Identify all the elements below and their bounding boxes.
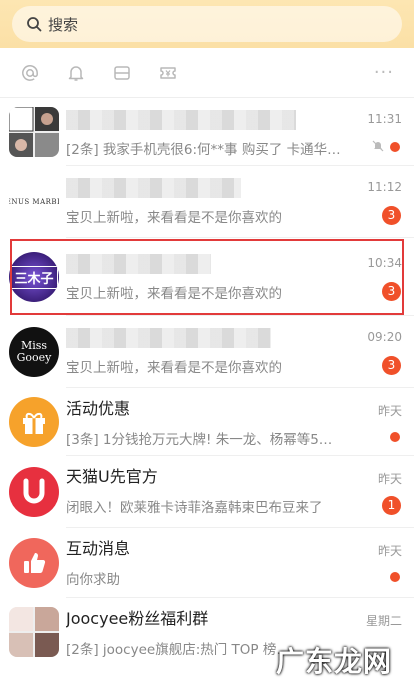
- message-row[interactable]: [2条] 我家手机壳很6:何**事 购买了 卡通华… 11:31: [0, 98, 414, 166]
- message-row[interactable]: 互动消息 向你求助 昨天: [0, 528, 414, 598]
- search-bar[interactable]: 搜索: [12, 6, 402, 42]
- message-time: 星期二: [365, 614, 402, 628]
- message-content: [2条] 我家手机壳很6:何**事 购买了 卡通华…: [66, 108, 404, 158]
- message-content: 互动消息 向你求助: [66, 538, 404, 588]
- u-logo-icon: [23, 478, 45, 504]
- message-time: 10:34: [367, 256, 402, 270]
- unread-badge: 3: [382, 206, 401, 225]
- watermark: 广东龙网: [275, 645, 392, 678]
- bell-icon[interactable]: [66, 63, 86, 83]
- at-icon[interactable]: [20, 63, 40, 83]
- interaction-avatar: [9, 538, 59, 588]
- message-time: 昨天: [377, 404, 402, 418]
- message-preview: 宝贝上新啦，来看看是不是你喜欢的: [66, 286, 282, 302]
- message-title: [66, 176, 404, 198]
- group-avatar: [9, 107, 59, 157]
- search-icon: [27, 17, 42, 32]
- unread-badge: 3: [382, 356, 401, 375]
- tmall-u-avatar: [9, 467, 59, 517]
- unread-dot: [390, 572, 400, 582]
- message-title: 互动消息: [66, 539, 131, 558]
- message-time: 11:12: [367, 180, 402, 194]
- message-row[interactable]: 天猫U先官方 闭眼入！欧莱雅卡诗菲洛嘉韩束巴布豆来了 昨天 1: [0, 456, 414, 528]
- message-preview: [2条] 我家手机壳很6:何**事 购买了 卡通华…: [66, 142, 341, 158]
- gift-icon: [23, 412, 45, 434]
- inbox-icon[interactable]: [112, 63, 132, 83]
- mute-icon: [372, 140, 384, 152]
- unread-dot: [390, 142, 400, 152]
- thumbs-up-icon: [24, 553, 46, 573]
- message-content: 宝贝上新啦，来看看是不是你喜欢的: [66, 326, 404, 376]
- message-row[interactable]: Miss Gooey 宝贝上新啦，来看看是不是你喜欢的 09:20 3: [0, 316, 414, 388]
- message-preview: 宝贝上新啦，来看看是不是你喜欢的: [66, 210, 282, 226]
- message-title: [66, 326, 404, 348]
- message-time: 昨天: [377, 472, 402, 486]
- message-time: 昨天: [377, 544, 402, 558]
- venus-marble-logo: VENUS MARBLE: [9, 198, 59, 206]
- message-preview: [3条] 1分钱抢万元大牌! 朱一龙、杨幂等5…: [66, 432, 333, 448]
- message-time: 09:20: [367, 330, 402, 344]
- sanmuzi-logo: 三木子: [10, 265, 58, 289]
- unread-badge: 3: [382, 282, 401, 301]
- message-title: 天猫U先官方: [66, 467, 158, 486]
- search-placeholder: 搜索: [48, 15, 79, 34]
- message-row[interactable]: 活动优惠 [3条] 1分钱抢万元大牌! 朱一龙、杨幂等5… 昨天: [0, 388, 414, 456]
- message-list: [2条] 我家手机壳很6:何**事 购买了 卡通华… 11:31 VENUS M…: [0, 98, 414, 666]
- message-title: 活动优惠: [66, 399, 131, 418]
- message-content: 宝贝上新啦，来看看是不是你喜欢的: [66, 176, 404, 226]
- unread-dot: [390, 432, 400, 442]
- coupon-icon[interactable]: [158, 63, 178, 83]
- message-row[interactable]: 三木子 宝贝上新啦，来看看是不是你喜欢的 10:34 3: [0, 238, 414, 316]
- message-time: 11:31: [367, 112, 402, 126]
- header: 搜索: [0, 0, 414, 48]
- message-title: Joocyee粉丝福利群: [66, 609, 209, 628]
- unread-badge: 1: [382, 496, 401, 515]
- message-content: 活动优惠 [3条] 1分钱抢万元大牌! 朱一龙、杨幂等5…: [66, 398, 404, 448]
- miss-gooey-logo: Miss Gooey: [16, 339, 52, 364]
- message-preview: 宝贝上新啦，来看看是不是你喜欢的: [66, 360, 282, 376]
- message-title: [66, 252, 404, 274]
- message-content: 宝贝上新啦，来看看是不是你喜欢的: [66, 252, 404, 302]
- message-content: 天猫U先官方 闭眼入！欧莱雅卡诗菲洛嘉韩束巴布豆来了: [66, 466, 404, 516]
- promotions-avatar: [9, 397, 59, 447]
- miss-gooey-avatar: Miss Gooey: [9, 327, 59, 377]
- sanmuzi-avatar: 三木子: [9, 252, 59, 302]
- message-preview: 闭眼入！欧莱雅卡诗菲洛嘉韩束巴布豆来了: [66, 500, 323, 516]
- message-preview: 向你求助: [66, 572, 120, 588]
- more-icon[interactable]: ···: [374, 62, 394, 83]
- message-row[interactable]: VENUS MARBLE 宝贝上新啦，来看看是不是你喜欢的 11:12 3: [0, 166, 414, 238]
- venus-marble-avatar: VENUS MARBLE: [9, 177, 59, 227]
- quick-actions-bar: ···: [0, 48, 414, 98]
- message-title: [66, 108, 404, 130]
- joocyee-group-avatar: [9, 607, 59, 657]
